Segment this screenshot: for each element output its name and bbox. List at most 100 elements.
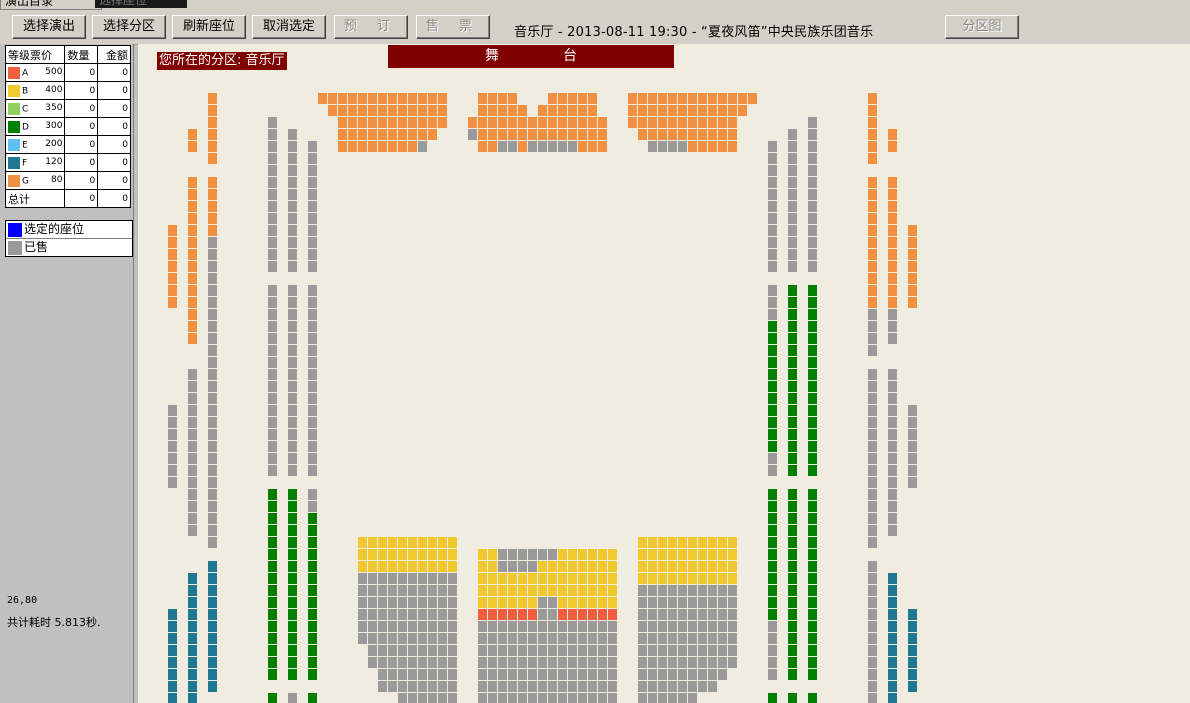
seat[interactable]: [208, 261, 217, 272]
seat[interactable]: [448, 645, 457, 656]
seat[interactable]: [288, 357, 297, 368]
seat[interactable]: [808, 345, 817, 356]
seat[interactable]: [588, 105, 597, 116]
seat[interactable]: [188, 465, 197, 476]
seat[interactable]: [718, 129, 727, 140]
seat[interactable]: [268, 261, 277, 272]
seat[interactable]: [448, 597, 457, 608]
seat[interactable]: [808, 453, 817, 464]
seat[interactable]: [168, 261, 177, 272]
seat[interactable]: [808, 669, 817, 680]
seat[interactable]: [808, 489, 817, 500]
seat[interactable]: [788, 489, 797, 500]
seat[interactable]: [868, 453, 877, 464]
seat[interactable]: [708, 645, 717, 656]
seat[interactable]: [548, 657, 557, 668]
seat[interactable]: [558, 561, 567, 572]
seat[interactable]: [558, 657, 567, 668]
seat[interactable]: [608, 561, 617, 572]
seat[interactable]: [708, 585, 717, 596]
seat[interactable]: [638, 129, 647, 140]
seat[interactable]: [508, 633, 517, 644]
seat[interactable]: [498, 645, 507, 656]
seat[interactable]: [658, 549, 667, 560]
seat[interactable]: [368, 129, 377, 140]
seat[interactable]: [788, 357, 797, 368]
seat[interactable]: [378, 549, 387, 560]
seat[interactable]: [208, 369, 217, 380]
seat[interactable]: [588, 681, 597, 692]
seat[interactable]: [808, 381, 817, 392]
seat[interactable]: [478, 645, 487, 656]
seat[interactable]: [568, 681, 577, 692]
seat[interactable]: [438, 669, 447, 680]
seat[interactable]: [868, 417, 877, 428]
seat[interactable]: [528, 561, 537, 572]
seat[interactable]: [888, 201, 897, 212]
seat[interactable]: [788, 513, 797, 524]
seat[interactable]: [208, 417, 217, 428]
seat[interactable]: [418, 609, 427, 620]
seat[interactable]: [568, 549, 577, 560]
seat[interactable]: [638, 585, 647, 596]
seat[interactable]: [168, 429, 177, 440]
seat[interactable]: [658, 141, 667, 152]
seat[interactable]: [448, 681, 457, 692]
seat[interactable]: [908, 681, 917, 692]
seat[interactable]: [788, 201, 797, 212]
seat[interactable]: [568, 129, 577, 140]
seat[interactable]: [408, 693, 417, 703]
seat[interactable]: [788, 345, 797, 356]
seat[interactable]: [578, 105, 587, 116]
seat[interactable]: [188, 405, 197, 416]
seat[interactable]: [188, 633, 197, 644]
seat[interactable]: [288, 489, 297, 500]
seat[interactable]: [788, 213, 797, 224]
seat[interactable]: [868, 237, 877, 248]
seat[interactable]: [568, 645, 577, 656]
seat[interactable]: [398, 93, 407, 104]
seat[interactable]: [208, 333, 217, 344]
seat[interactable]: [478, 657, 487, 668]
seat[interactable]: [188, 441, 197, 452]
seat[interactable]: [358, 549, 367, 560]
seat[interactable]: [588, 549, 597, 560]
seat[interactable]: [268, 333, 277, 344]
seat[interactable]: [398, 645, 407, 656]
seat[interactable]: [808, 501, 817, 512]
seat[interactable]: [718, 609, 727, 620]
seat[interactable]: [428, 609, 437, 620]
seat[interactable]: [588, 609, 597, 620]
seat[interactable]: [558, 633, 567, 644]
seat[interactable]: [718, 621, 727, 632]
seat[interactable]: [378, 633, 387, 644]
seat[interactable]: [498, 681, 507, 692]
seat[interactable]: [688, 621, 697, 632]
seat[interactable]: [188, 585, 197, 596]
seat[interactable]: [548, 669, 557, 680]
seat[interactable]: [518, 681, 527, 692]
seat[interactable]: [578, 597, 587, 608]
seat[interactable]: [308, 225, 317, 236]
seat[interactable]: [768, 609, 777, 620]
seat[interactable]: [488, 561, 497, 572]
seat[interactable]: [708, 609, 717, 620]
seat[interactable]: [668, 633, 677, 644]
seat[interactable]: [308, 633, 317, 644]
seat[interactable]: [358, 597, 367, 608]
seat[interactable]: [518, 669, 527, 680]
seat[interactable]: [408, 537, 417, 548]
seat[interactable]: [208, 189, 217, 200]
seat[interactable]: [508, 105, 517, 116]
seat[interactable]: [398, 681, 407, 692]
seat[interactable]: [868, 681, 877, 692]
seat[interactable]: [358, 561, 367, 572]
select-show-button[interactable]: 选择演出: [12, 15, 86, 39]
seat[interactable]: [288, 669, 297, 680]
seat[interactable]: [188, 201, 197, 212]
seat[interactable]: [168, 645, 177, 656]
seat[interactable]: [678, 549, 687, 560]
seat[interactable]: [608, 693, 617, 703]
seat[interactable]: [288, 393, 297, 404]
seat[interactable]: [698, 93, 707, 104]
